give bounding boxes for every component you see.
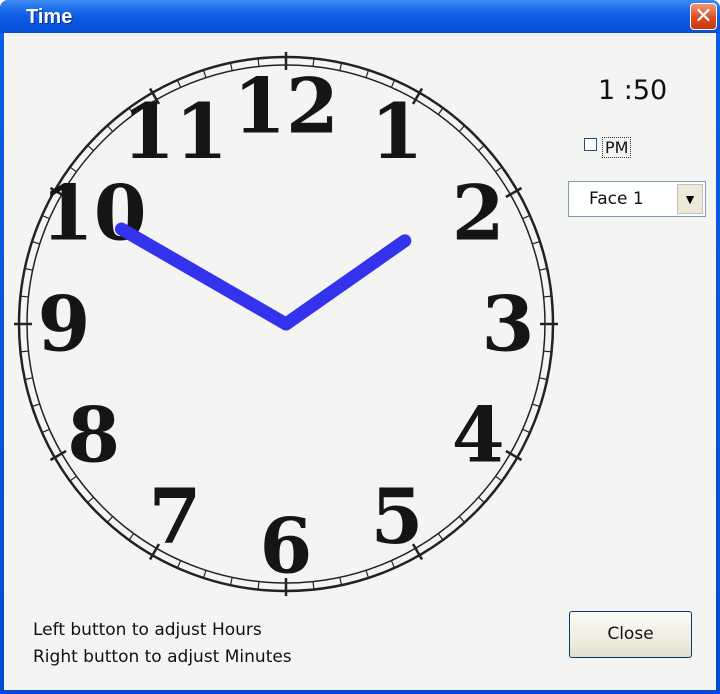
dial-tick [478,496,485,504]
dial-tick [41,428,50,434]
dial-tick [458,516,466,523]
dialog-body: 12 1 2 3 4 5 6 7 8 9 10 11 1 :50 PM Face 1 ▼ Left b… [4,33,716,690]
title-bar[interactable]: Time ✕ [0,0,720,33]
dial-tick [106,125,114,132]
clock-numeral: 9 [38,280,91,369]
close-icon[interactable]: ✕ [690,3,717,30]
dial-tick [437,533,444,541]
dial-tick [202,69,207,78]
dial-tick [532,240,541,245]
dial-tick [539,377,548,381]
clock-numeral: 7 [149,472,202,561]
time-dialog-window: Time ✕ 12 1 2 3 4 5 6 7 8 9 10 11 1 :50 PM Face 1 ▼… [0,0,720,694]
dial-tick [312,581,315,590]
dial-tick [202,570,207,579]
hour-hand[interactable] [279,234,412,331]
clock-numeral: 3 [482,280,535,369]
dial-tick [229,62,233,71]
clock-numeral: 5 [371,472,424,561]
dial-tick [87,144,94,152]
clock-numeral: 11 [122,87,228,176]
dial-tick [87,496,94,504]
minute-hand[interactable] [114,222,293,331]
dropdown-arrow-icon[interactable]: ▼ [677,184,703,214]
dial-tick [539,267,548,271]
clock-numeral: 12 [233,62,339,151]
dial-tick [106,516,114,523]
window-title: Time [26,6,73,28]
clock-numeral: 1 [371,87,424,176]
dial-tick [543,350,552,353]
hint-minutes: Right button to adjust Minutes [33,647,292,667]
dial-tick [478,144,485,152]
close-button[interactable]: Close [569,611,692,658]
dial-tick [522,428,531,434]
clock-numeral: 2 [452,169,505,258]
clock-numeral: 8 [67,391,120,480]
dial-tick [20,350,29,353]
dial-tick [458,125,466,132]
dial-tick [24,377,33,381]
pm-label[interactable]: PM [602,137,632,158]
time-readout: 1 :50 [598,75,668,106]
clock-numeral: 6 [260,502,313,591]
dial-tick [128,533,135,541]
dial-tick [532,403,541,408]
face-select[interactable]: Face 1 ▼ [568,181,706,217]
face-select-value: Face 1 [589,189,644,209]
dial-tick [20,295,29,298]
dial-tick [31,240,40,245]
dial-tick [390,560,396,569]
hint-hours: Left button to adjust Hours [33,620,262,640]
dial-tick [365,570,370,579]
pm-checkbox-box[interactable] [584,138,597,151]
clock-numeral: 4 [452,391,505,480]
dial-tick [339,577,343,586]
dial-tick [437,107,444,115]
dial-tick [522,214,531,220]
dial-tick [543,295,552,298]
clock-numeral: 10 [41,169,147,258]
dial-tick [339,62,343,71]
dial-tick [24,267,33,271]
dial-tick [176,560,182,569]
dial-tick [229,577,233,586]
dial-tick [365,69,370,78]
dial-tick [31,403,40,408]
clock-face[interactable]: 12 12 3 45678 9 1011 [4,33,716,690]
